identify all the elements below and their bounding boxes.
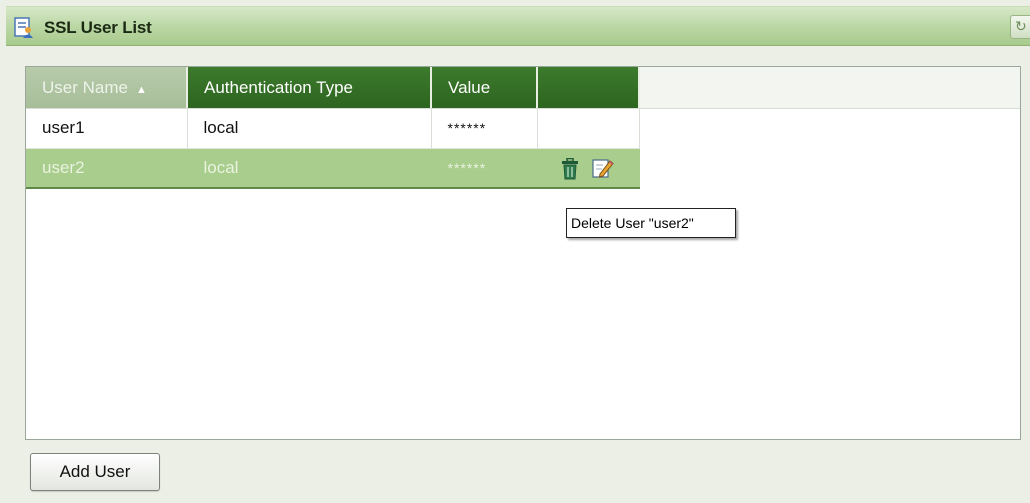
column-header-value[interactable]: Value [431,67,538,108]
actions-cell [537,148,640,189]
delete-user-tooltip: Delete User "user2" [566,208,736,238]
column-header-actions [537,67,640,108]
column-header-label: Authentication Type [204,77,354,97]
user-name-cell: user1 [26,108,188,149]
column-header-authentication-type[interactable]: Authentication Type [187,67,432,108]
window-titlebar: SSL User List ↻ [6,6,1030,46]
auth-type-cell: local [187,148,432,189]
refresh-button[interactable]: ↻ [1010,15,1030,39]
actions-cell [537,108,640,149]
window-title: SSL User List [44,18,152,37]
refresh-icon: ↻ [1015,18,1027,34]
user-table: User Name ▲ Authentication Type Value use… [26,67,640,189]
table-row[interactable]: user2 local ****** [26,148,640,189]
value-cell: ****** [431,108,538,149]
edit-icon[interactable] [591,157,614,179]
table-row[interactable]: user1 local ****** [26,108,640,149]
user-name-cell: user2 [26,148,188,189]
user-grid-panel: User Name ▲ Authentication Type Value use… [25,66,1021,440]
column-header-label: User Name [42,77,128,97]
auth-type-cell: local [187,108,432,149]
sort-ascending-icon: ▲ [135,83,147,96]
value-cell: ****** [431,148,538,189]
column-header-label: Value [448,77,491,97]
add-user-button[interactable]: Add User [30,453,160,491]
column-header-user-name[interactable]: User Name ▲ [26,67,188,108]
user-list-app-icon [14,17,33,38]
table-header-row: User Name ▲ Authentication Type Value [26,67,640,108]
trash-icon[interactable] [560,157,580,180]
